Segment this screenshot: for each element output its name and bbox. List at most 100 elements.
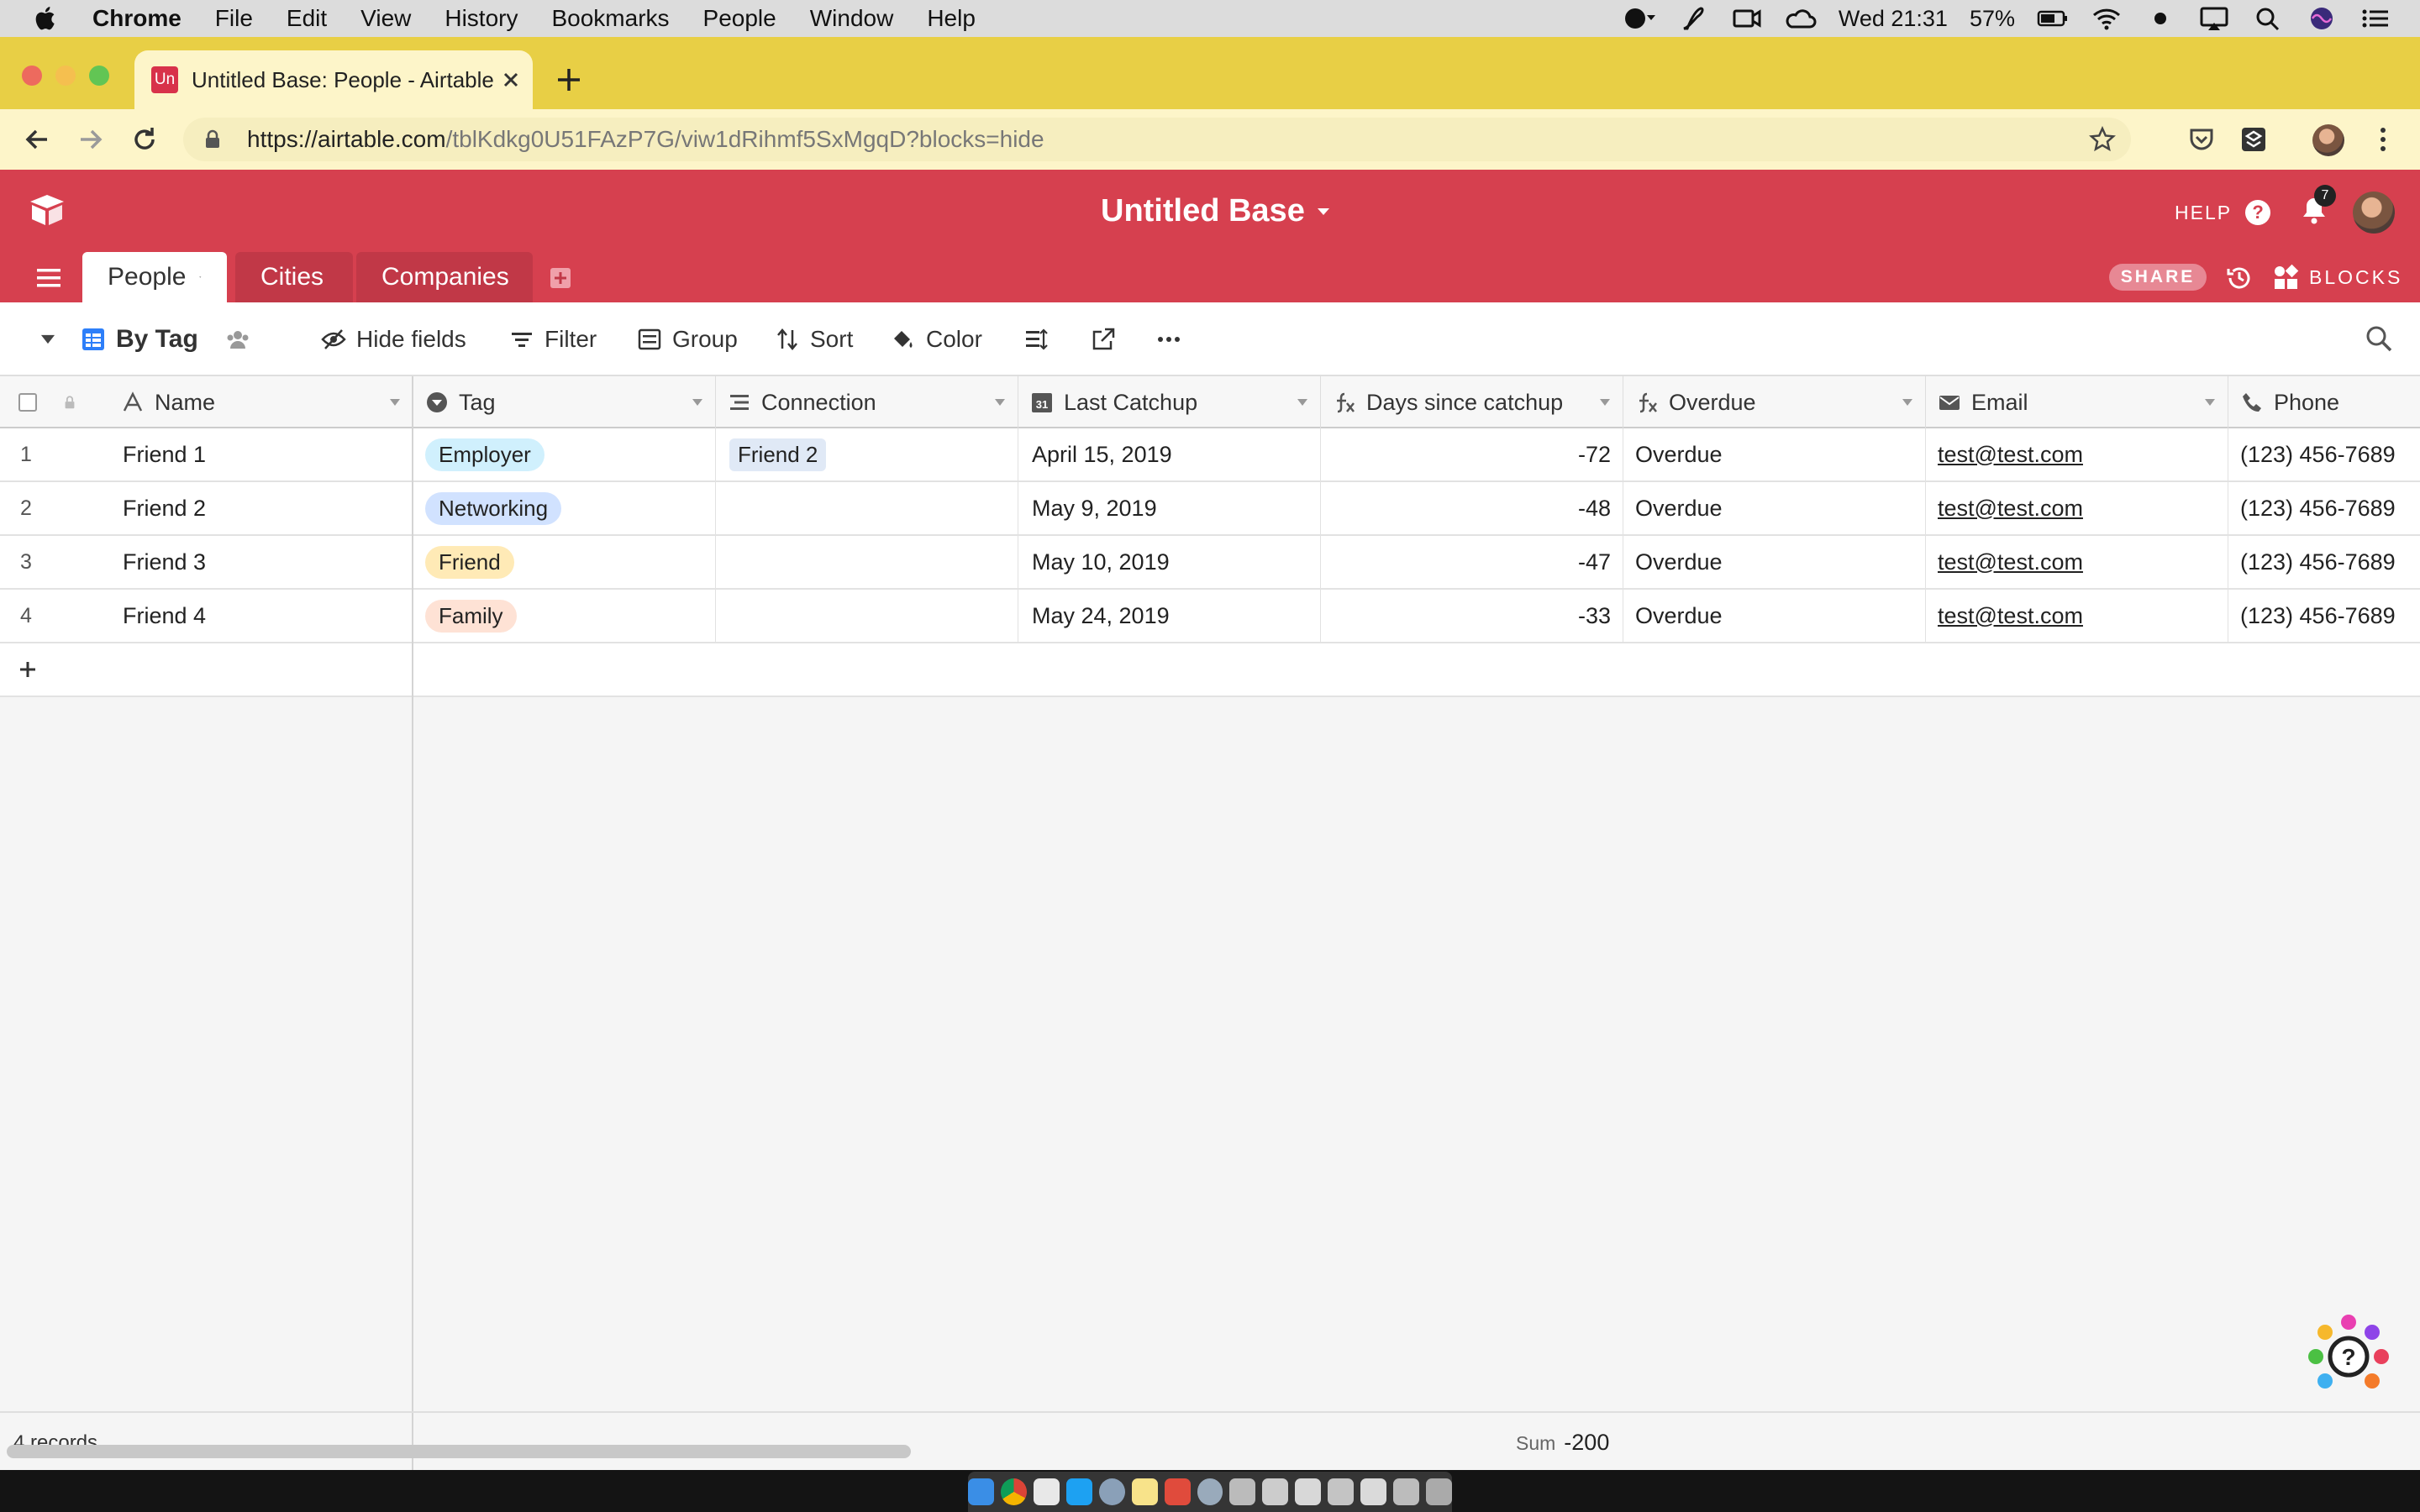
dock-folder-icon[interactable] [1393, 1478, 1420, 1505]
cell-last-catchup[interactable]: May 10, 2019 [1018, 536, 1321, 588]
menu-bookmarks[interactable]: Bookmarks [551, 5, 669, 32]
share-view-button[interactable] [1091, 302, 1116, 376]
frozen-column-divider[interactable] [412, 376, 413, 1411]
dock-twitter-icon[interactable] [1065, 1478, 1092, 1505]
sum-summary[interactable]: Sum -200 [1516, 1430, 1609, 1456]
lock-icon[interactable] [202, 129, 224, 150]
plus-icon[interactable] [18, 660, 37, 679]
view-switcher[interactable]: By Tag [81, 302, 198, 376]
dock-app-icon[interactable] [1197, 1478, 1223, 1505]
battery-icon[interactable] [2037, 5, 2069, 32]
cell-last-catchup[interactable]: May 24, 2019 [1018, 590, 1321, 642]
cell-days-since-catchup[interactable]: -72 [1321, 428, 1623, 480]
chevron-down-icon[interactable] [2204, 398, 2216, 407]
cell-tag[interactable]: Employer [413, 428, 716, 480]
cell-overdue[interactable]: Overdue [1623, 590, 1926, 642]
cell-overdue[interactable]: Overdue [1623, 482, 1926, 534]
chrome-menu-icon[interactable] [2366, 123, 2400, 156]
hamburger-menu-icon[interactable] [35, 267, 62, 289]
cell-phone[interactable]: (123) 456-7689 [2228, 428, 2420, 480]
forward-arrow-icon[interactable] [76, 124, 106, 155]
cell-name[interactable]: Friend 1 [109, 428, 413, 480]
chevron-down-icon[interactable] [1297, 398, 1308, 407]
notification-center-icon[interactable] [2360, 5, 2391, 32]
record-toggle-icon[interactable] [1623, 5, 1655, 32]
cloud-sync-icon[interactable] [1785, 5, 1817, 32]
cell-name[interactable]: Friend 2 [109, 482, 413, 534]
cell-phone[interactable]: (123) 456-7689 [2228, 590, 2420, 642]
cell-phone[interactable]: (123) 456-7689 [2228, 482, 2420, 534]
row-height-button[interactable] [1023, 302, 1049, 376]
chevron-down-icon[interactable] [692, 398, 703, 407]
more-options-button[interactable] [1156, 302, 1181, 376]
email-link[interactable]: test@test.com [1938, 549, 2083, 575]
user-avatar[interactable] [2353, 192, 2395, 234]
menu-file[interactable]: File [215, 5, 253, 32]
column-header-overdue[interactable]: Overdue [1623, 376, 1926, 428]
chevron-down-icon[interactable] [1599, 398, 1611, 407]
email-link[interactable]: test@test.com [1938, 603, 2083, 629]
cell-email[interactable]: test@test.com [1926, 590, 2228, 642]
cell-tag[interactable]: Family [413, 590, 716, 642]
column-header-phone[interactable]: Phone [2228, 376, 2420, 428]
history-icon[interactable] [2225, 264, 2254, 292]
horizontal-scrollbar[interactable] [7, 1445, 911, 1458]
bookmark-star-icon[interactable] [2089, 126, 2116, 153]
chevron-down-icon[interactable] [199, 273, 202, 281]
table-row[interactable]: 4 Friend 4 Family May 24, 2019 -33 Overd… [0, 590, 2420, 643]
cell-connection[interactable] [716, 482, 1018, 534]
airplay-icon[interactable] [2198, 5, 2230, 32]
cell-email[interactable]: test@test.com [1926, 482, 2228, 534]
help-widget-icon[interactable]: ? [2302, 1310, 2395, 1403]
blocks-button[interactable]: BLOCKS [2272, 264, 2402, 291]
siri-icon[interactable] [2306, 5, 2338, 32]
cell-days-since-catchup[interactable]: -48 [1321, 482, 1623, 534]
filter-button[interactable]: Filter [509, 302, 597, 376]
collaborative-view-button[interactable] [225, 302, 250, 376]
share-button[interactable]: SHARE [2109, 264, 2207, 291]
dock-notes-icon[interactable] [1131, 1478, 1158, 1505]
color-button[interactable]: Color [891, 302, 982, 376]
chevron-down-icon[interactable] [1902, 398, 1913, 407]
cell-tag[interactable]: Friend [413, 536, 716, 588]
column-header-last-catchup[interactable]: 31 Last Catchup [1018, 376, 1321, 428]
wifi-icon[interactable] [2091, 5, 2123, 32]
airtable-logo-icon[interactable] [27, 192, 67, 228]
window-minimize-button[interactable] [55, 66, 76, 86]
camera-icon[interactable] [1731, 5, 1763, 32]
menu-view[interactable]: View [360, 5, 411, 32]
help-link[interactable]: HELP ? [2175, 200, 2271, 225]
address-bar[interactable]: https://airtable.com/tblKdkg0U51FAzP7G/v… [183, 118, 2131, 161]
cell-name[interactable]: Friend 3 [109, 536, 413, 588]
back-arrow-icon[interactable] [22, 124, 52, 155]
dock-trash-icon[interactable] [1426, 1478, 1453, 1505]
spotlight-icon[interactable] [2252, 5, 2284, 32]
dock-launchpad-icon[interactable] [1098, 1478, 1125, 1505]
search-icon[interactable] [2365, 324, 2393, 353]
menu-history[interactable]: History [445, 5, 518, 32]
email-link[interactable]: test@test.com [1938, 442, 2083, 468]
browser-tab[interactable]: Un Untitled Base: People - Airtable [134, 50, 533, 109]
tab-cities[interactable]: Cities [235, 252, 353, 302]
status-dot-icon[interactable] [2144, 5, 2176, 32]
hide-fields-button[interactable]: Hide fields [321, 302, 466, 376]
menu-edit[interactable]: Edit [287, 5, 327, 32]
clock-text[interactable]: Wed 21:31 [1839, 6, 1948, 32]
window-zoom-button[interactable] [89, 66, 109, 86]
tab-close-icon[interactable] [499, 68, 523, 92]
select-all-checkbox[interactable] [18, 393, 37, 412]
base-title[interactable]: Untitled Base [1101, 193, 1330, 229]
script-l-icon[interactable] [1677, 5, 1709, 32]
cell-tag[interactable]: Networking [413, 482, 716, 534]
menu-people[interactable]: People [703, 5, 776, 32]
cell-name[interactable]: Friend 4 [109, 590, 413, 642]
new-tab-icon[interactable] [555, 66, 583, 94]
dock-folder-icon[interactable] [1262, 1478, 1289, 1505]
cell-connection[interactable]: Friend 2 [716, 428, 1018, 480]
tab-people[interactable]: People [82, 252, 227, 302]
tab-companies[interactable]: Companies [356, 252, 533, 302]
menu-app-name[interactable]: Chrome [92, 5, 182, 32]
chevron-down-icon[interactable] [994, 398, 1006, 407]
table-row[interactable]: 1 Friend 1 Employer Friend 2 April 15, 2… [0, 428, 2420, 482]
apple-icon[interactable] [32, 4, 60, 33]
